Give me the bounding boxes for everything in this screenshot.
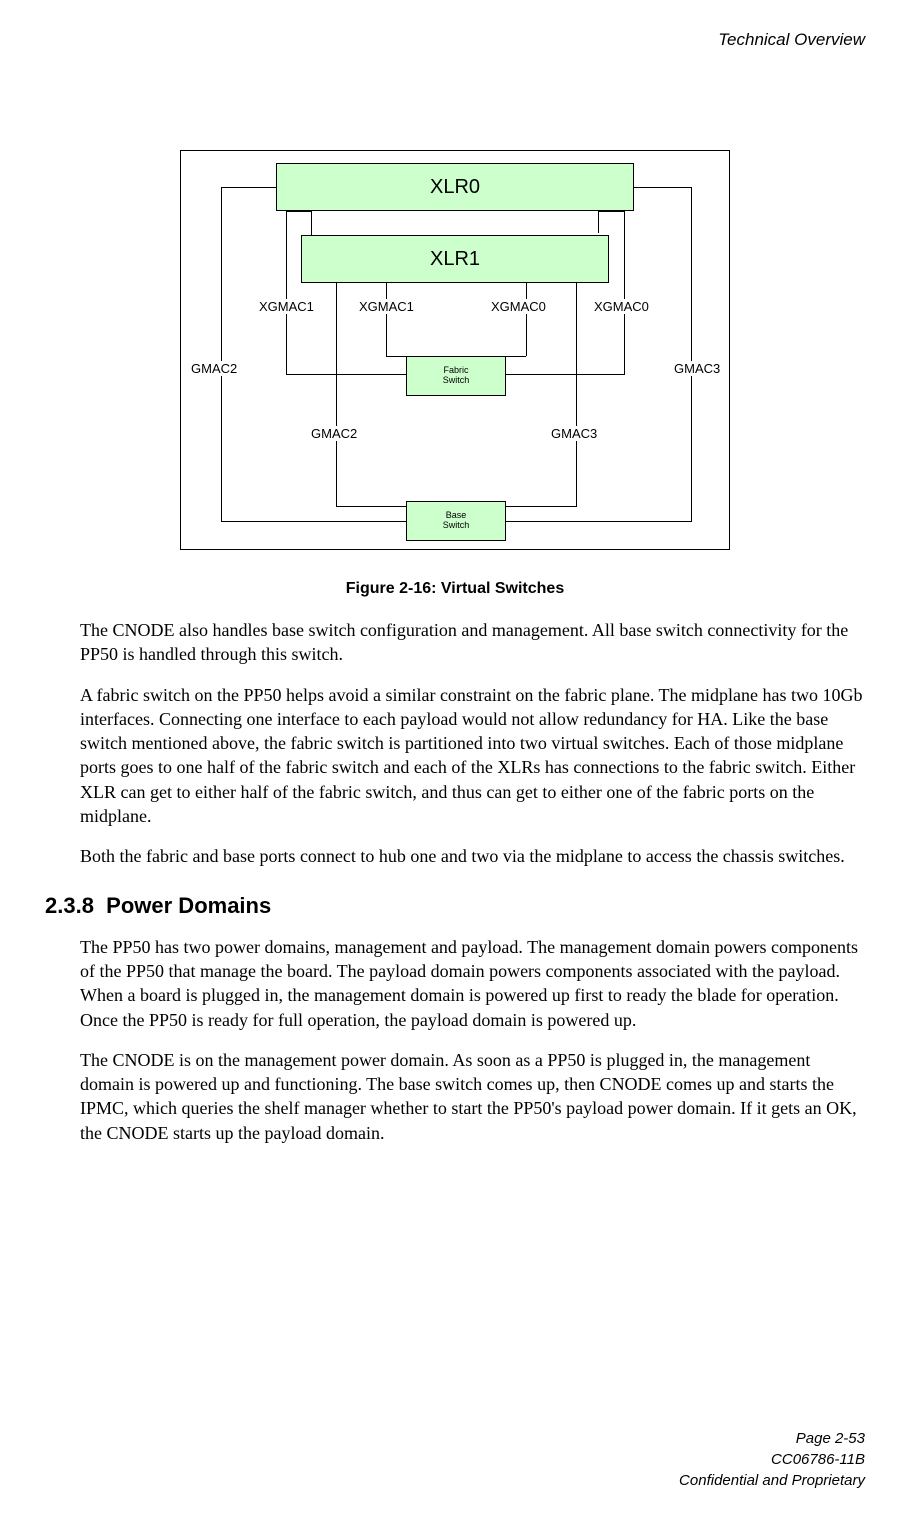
fabric-switch-box: Fabric Switch xyxy=(406,356,506,396)
line xyxy=(221,187,222,521)
base-switch-box: Base Switch xyxy=(406,501,506,541)
line xyxy=(634,187,691,188)
line xyxy=(506,521,692,522)
xgmac0-outer-label: XGMAC0 xyxy=(594,299,649,314)
line xyxy=(386,283,387,356)
gmac3-outer-label: GMAC3 xyxy=(674,361,720,376)
line xyxy=(311,233,312,235)
fabric-label-2: Switch xyxy=(443,376,470,386)
line xyxy=(576,283,577,506)
line xyxy=(506,374,625,375)
gmac3-inner-label: GMAC3 xyxy=(551,426,597,441)
figure-caption: Figure 2-16: Virtual Switches xyxy=(45,580,865,598)
line xyxy=(506,506,577,507)
line xyxy=(286,374,406,375)
base-label-2: Switch xyxy=(443,521,470,531)
gmac2-inner-label: GMAC2 xyxy=(311,426,357,441)
line xyxy=(336,506,406,507)
paragraph-3: Both the fabric and base ports connect t… xyxy=(80,844,865,868)
line xyxy=(311,211,312,233)
line xyxy=(336,283,337,506)
footer-page: Page 2-53 xyxy=(679,1428,865,1449)
section-heading-power-domains: 2.3.8 Power Domains xyxy=(45,893,865,919)
xgmac1-inner-label: XGMAC1 xyxy=(359,299,414,314)
line xyxy=(286,211,311,212)
virtual-switches-diagram: XLR0 XLR1 Fabric Switch Base Switch XGMA… xyxy=(180,150,730,550)
footer-docid: CC06786-11B xyxy=(679,1449,865,1470)
xgmac1-outer-label: XGMAC1 xyxy=(259,299,314,314)
xlr1-box: XLR1 xyxy=(301,235,609,283)
line xyxy=(526,283,527,356)
line xyxy=(286,211,287,374)
line xyxy=(221,521,406,522)
line xyxy=(624,211,625,374)
gmac2-outer-label: GMAC2 xyxy=(191,361,237,376)
section-title: Power Domains xyxy=(106,893,271,918)
header-section-title: Technical Overview xyxy=(45,30,865,50)
paragraph-1: The CNODE also handles base switch confi… xyxy=(80,618,865,667)
paragraph-2: A fabric switch on the PP50 helps avoid … xyxy=(80,683,865,829)
page-footer: Page 2-53 CC06786-11B Confidential and P… xyxy=(679,1428,865,1491)
line xyxy=(598,211,599,233)
xgmac0-inner-label: XGMAC0 xyxy=(491,299,546,314)
line xyxy=(506,356,526,357)
section-number: 2.3.8 xyxy=(45,893,94,918)
line xyxy=(691,187,692,521)
xlr0-box: XLR0 xyxy=(276,163,634,211)
footer-confidential: Confidential and Proprietary xyxy=(679,1470,865,1491)
line xyxy=(599,211,624,212)
line xyxy=(221,187,276,188)
line xyxy=(386,356,406,357)
section-paragraph-2: The CNODE is on the management power dom… xyxy=(80,1048,865,1145)
section-paragraph-1: The PP50 has two power domains, manageme… xyxy=(80,935,865,1032)
